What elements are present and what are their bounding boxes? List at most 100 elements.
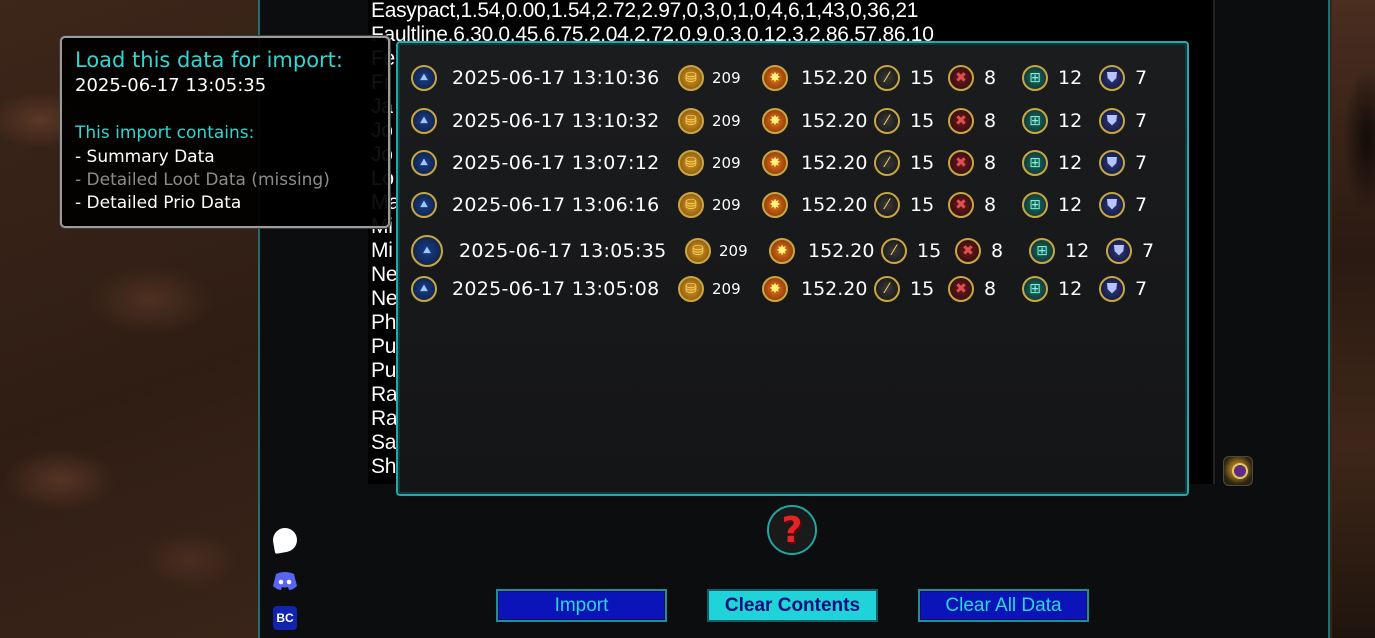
add-item-icon: ⊞	[1029, 238, 1055, 264]
history-date: 2025-06-17 13:10:36	[452, 67, 660, 89]
coin-pile-icon: ⛁	[678, 192, 704, 218]
history-plus-count: 12	[1058, 67, 1083, 89]
csv-line: Ne	[371, 263, 398, 286]
history-date: 2025-06-17 13:10:32	[452, 110, 660, 132]
import-history-list: ⯅ 2025-06-17 13:10:36 ⛁ 209 ✸ 152.20 ⁄ 15 ✖ 8 ⊞ 12 ⛊…	[396, 41, 1189, 496]
wand-icon: ⁄	[874, 108, 900, 134]
shield-icon: ⛊	[1099, 108, 1125, 134]
question-mark-icon: ?	[781, 509, 803, 551]
history-cross-count: 8	[991, 240, 1004, 262]
shield-icon: ⛊	[1099, 276, 1125, 302]
history-score: 152.20	[801, 194, 868, 216]
crossed-swords-icon: ✖	[948, 65, 974, 91]
history-plus-count: 12	[1058, 194, 1083, 216]
history-plus-count: 12	[1065, 240, 1090, 262]
help-button[interactable]: ?	[767, 505, 817, 555]
history-date: 2025-06-17 13:07:12	[452, 152, 660, 174]
star-burst-icon: ✸	[769, 238, 795, 264]
wand-icon: ⁄	[874, 276, 900, 302]
csv-line: Mi	[371, 239, 393, 262]
coin-pile-icon: ⛁	[678, 276, 704, 302]
history-row[interactable]: ⯅ 2025-06-17 13:10:32 ⛁ 209 ✸ 152.20 ⁄ 15 ✖ 8 ⊞ 12 ⛊…	[411, 104, 1151, 138]
runestone-icon: ⯅	[411, 150, 437, 176]
history-score: 152.20	[801, 110, 868, 132]
star-burst-icon: ✸	[762, 65, 788, 91]
shield-icon: ⛊	[1099, 150, 1125, 176]
history-shield-count: 7	[1135, 67, 1148, 89]
csv-line: Ne	[371, 287, 398, 310]
history-plus-count: 12	[1058, 110, 1083, 132]
history-score: 152.20	[801, 152, 868, 174]
history-wand-count: 15	[917, 240, 942, 262]
csv-line: Pu	[371, 359, 397, 382]
history-coins: 209	[712, 196, 741, 214]
history-wand-count: 15	[910, 152, 935, 174]
csv-line: Ph	[371, 311, 397, 334]
star-burst-icon: ✸	[762, 108, 788, 134]
csv-line: Sa	[371, 431, 397, 454]
wand-icon: ⁄	[874, 192, 900, 218]
history-shield-count: 7	[1135, 278, 1148, 300]
add-item-icon: ⊞	[1022, 192, 1048, 218]
patreon-icon[interactable]	[271, 526, 299, 554]
history-score: 152.20	[801, 278, 868, 300]
add-item-icon: ⊞	[1022, 276, 1048, 302]
history-row[interactable]: ⯅ 2025-06-17 13:07:12 ⛁ 209 ✸ 152.20 ⁄ 15 ✖ 8 ⊞ 12 ⛊…	[411, 146, 1151, 180]
history-row[interactable]: ⯅ 2025-06-17 13:05:08 ⛁ 209 ✸ 152.20 ⁄ 15 ✖ 8 ⊞ 12 ⛊…	[411, 272, 1151, 306]
history-coins: 209	[712, 154, 741, 172]
history-coins: 209	[712, 112, 741, 130]
coin-pile-icon: ⛁	[678, 108, 704, 134]
minimap-tracking-icon[interactable]	[1223, 456, 1253, 486]
csv-scrollbar[interactable]	[1213, 0, 1215, 484]
clear-contents-button[interactable]: Clear Contents	[707, 589, 878, 622]
history-wand-count: 15	[910, 110, 935, 132]
history-shield-count: 7	[1135, 194, 1148, 216]
csv-line: Ra	[371, 407, 398, 430]
history-cross-count: 8	[984, 152, 997, 174]
discord-icon[interactable]	[272, 568, 298, 594]
csv-line: Sh	[371, 455, 397, 478]
clear-all-data-button-label: Clear All Data	[945, 594, 1062, 616]
shield-icon: ⛊	[1106, 238, 1132, 264]
history-date: 2025-06-17 13:05:35	[459, 240, 667, 262]
wand-icon: ⁄	[874, 65, 900, 91]
csv-line: Ra	[371, 383, 398, 406]
history-score: 152.20	[801, 67, 868, 89]
import-button[interactable]: Import	[496, 589, 667, 622]
star-burst-icon: ✸	[762, 150, 788, 176]
history-plus-count: 12	[1058, 278, 1083, 300]
star-burst-icon: ✸	[762, 276, 788, 302]
shield-icon: ⛊	[1099, 65, 1125, 91]
history-row[interactable]: ⯅ 2025-06-17 13:10:36 ⛁ 209 ✸ 152.20 ⁄ 15 ✖ 8 ⊞ 12 ⛊…	[411, 61, 1151, 95]
crossed-swords-icon: ✖	[948, 276, 974, 302]
clear-contents-button-label: Clear Contents	[724, 594, 861, 616]
history-wand-count: 15	[910, 278, 935, 300]
coin-pile-icon: ⛁	[678, 150, 704, 176]
history-wand-count: 15	[910, 67, 935, 89]
star-burst-icon: ✸	[762, 192, 788, 218]
import-tooltip: Load this data for import: 2025-06-17 13…	[60, 36, 390, 228]
history-date: 2025-06-17 13:05:08	[452, 278, 660, 300]
wand-icon: ⁄	[881, 238, 907, 264]
crossed-swords-icon: ✖	[948, 192, 974, 218]
bc-icon-label: BC	[273, 606, 297, 630]
shield-icon: ⛊	[1099, 192, 1125, 218]
csv-line: Pu	[371, 335, 397, 358]
runestone-icon: ⯅	[411, 108, 437, 134]
history-cross-count: 8	[984, 278, 997, 300]
history-row[interactable]: ⯅ 2025-06-17 13:06:16 ⛁ 209 ✸ 152.20 ⁄ 15 ✖ 8 ⊞ 12 ⛊…	[411, 188, 1151, 222]
clear-all-data-button[interactable]: Clear All Data	[918, 589, 1089, 622]
history-score: 152.20	[808, 240, 875, 262]
tooltip-timestamp: 2025-06-17 13:05:35	[75, 75, 267, 96]
import-button-label: Import	[554, 594, 609, 616]
history-date: 2025-06-17 13:06:16	[452, 194, 660, 216]
history-plus-count: 12	[1058, 152, 1083, 174]
history-coins: 209	[712, 280, 741, 298]
history-wand-count: 15	[910, 194, 935, 216]
history-shield-count: 7	[1142, 240, 1155, 262]
history-row[interactable]: ⯅ 2025-06-17 13:05:35 ⛁ 209 ✸ 152.20 ⁄ 15 ✖ 8 ⊞ 12 ⛊…	[411, 234, 1158, 268]
game-world-background-right	[1332, 0, 1375, 638]
bc-icon[interactable]: BC	[272, 605, 298, 631]
runestone-icon: ⯅	[411, 192, 437, 218]
add-item-icon: ⊞	[1022, 108, 1048, 134]
